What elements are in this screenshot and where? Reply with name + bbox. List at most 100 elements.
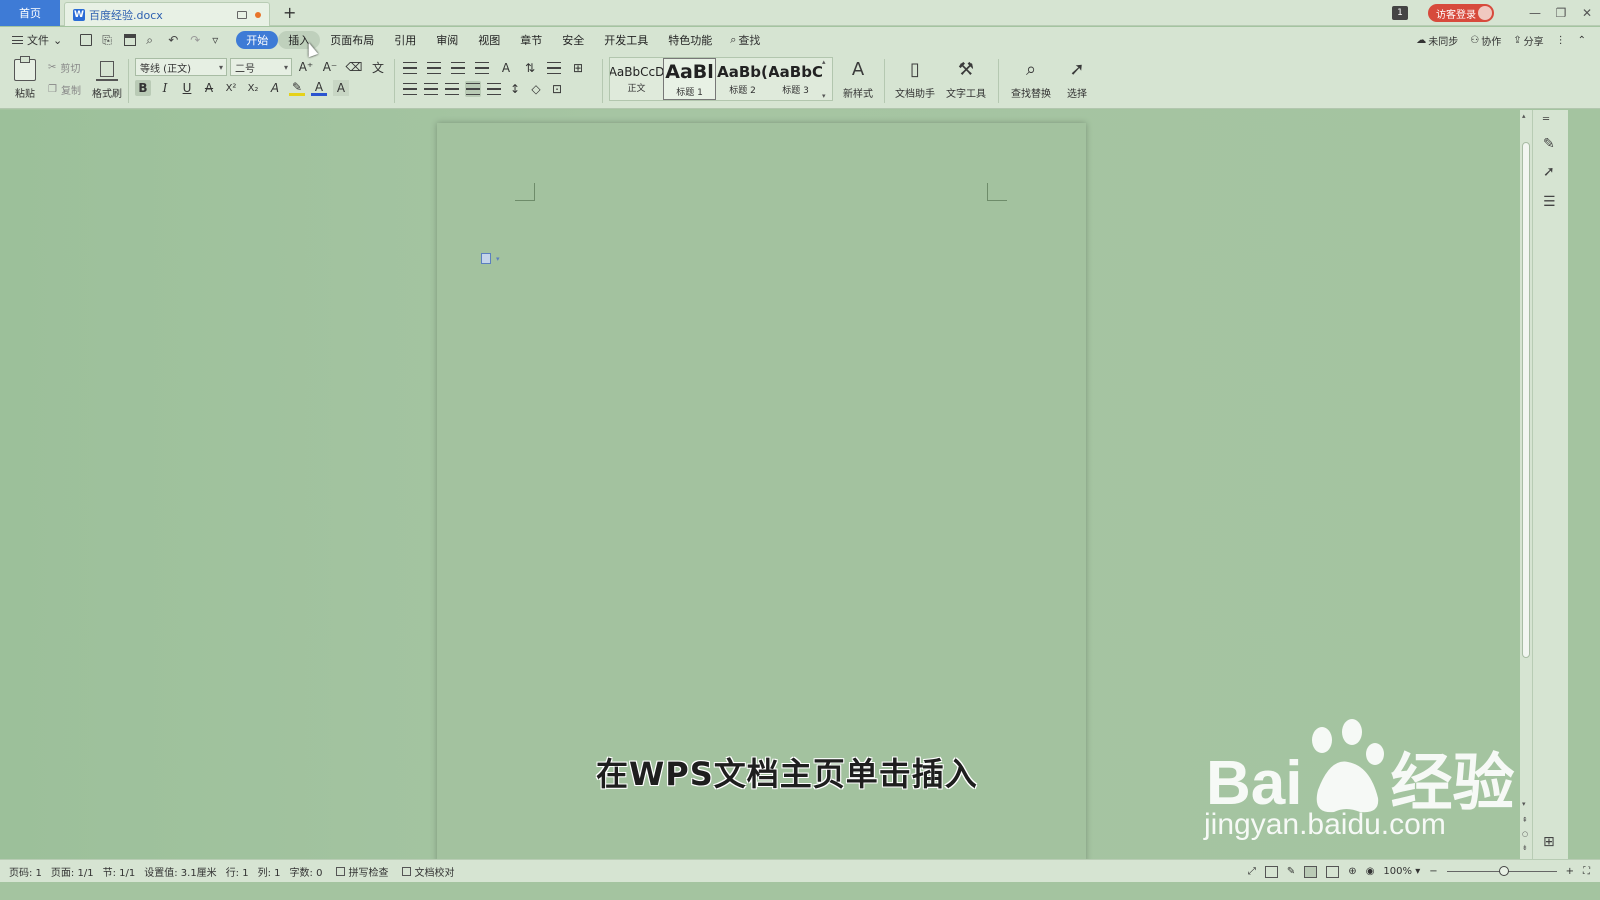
export-icon[interactable]: ⎘ (102, 34, 114, 46)
tab-special-features[interactable]: 特色功能 (658, 31, 722, 49)
grow-font-button[interactable]: A⁺ (298, 59, 314, 75)
eraser-icon[interactable]: ⌫ (346, 59, 363, 75)
strikethrough-button[interactable]: A (201, 80, 217, 96)
chevron-down-icon[interactable]: ▾ (822, 92, 830, 100)
italic-button[interactable]: I (157, 80, 173, 96)
panel-menu-icon[interactable]: ═ (1543, 114, 1549, 125)
save-icon[interactable] (80, 34, 93, 46)
subscript-button[interactable]: X₂ (245, 80, 261, 96)
edit-pen-icon[interactable]: ✎ (1543, 136, 1555, 152)
maximize-button[interactable]: ❐ (1548, 6, 1574, 20)
tab-home[interactable]: 开始 (236, 31, 279, 49)
font-size-select[interactable]: 二号 (230, 58, 292, 76)
vertical-scrollbar[interactable]: ▴ ▾ ⇞ ○ ⇟ (1520, 110, 1532, 859)
redo-icon[interactable]: ↷ (190, 34, 202, 46)
paste-button[interactable]: 粘贴 (10, 56, 40, 100)
style-heading-2[interactable]: AaBb( 标题 2 (716, 58, 769, 100)
document-tab[interactable]: W 百度经验.docx (64, 2, 270, 26)
bold-button[interactable]: B (135, 80, 151, 96)
customize-dropdown-icon[interactable]: ▿ (212, 34, 224, 46)
window-count-badge[interactable]: 1 (1392, 6, 1408, 20)
shading-icon[interactable]: ◇ (528, 81, 544, 97)
monitor-icon[interactable] (237, 10, 247, 19)
align-right-icon[interactable] (444, 81, 460, 97)
grid-apps-icon[interactable]: ⊞ (1543, 834, 1555, 850)
character-shading-button[interactable]: A (333, 80, 349, 96)
guest-login-button[interactable]: 访客登录 (1428, 4, 1494, 22)
zoom-in-button[interactable]: + (1566, 866, 1574, 877)
numbered-list-icon[interactable] (426, 60, 442, 76)
status-word-count[interactable]: 字数: 0 (290, 864, 323, 879)
outline-view-icon[interactable] (1326, 865, 1340, 878)
fullscreen-icon[interactable]: ⤢ (1248, 866, 1256, 877)
chevron-down-icon[interactable]: ▾ (496, 255, 500, 263)
status-row[interactable]: 行: 1 (226, 864, 249, 879)
settings-sliders-icon[interactable]: ☰ (1543, 194, 1556, 210)
search-button[interactable]: ⌕ 查找 (730, 32, 760, 48)
reading-view-icon[interactable] (1264, 865, 1278, 878)
doc-assistant-button[interactable]: ▯ 文档助手 (892, 59, 938, 100)
collapse-ribbon-icon[interactable]: ⌃ (1578, 35, 1586, 46)
pointer-icon[interactable]: ➚ (1543, 164, 1555, 180)
bullet-list-icon[interactable] (402, 60, 418, 76)
tab-developer[interactable]: 开发工具 (594, 31, 658, 49)
decrease-indent-icon[interactable] (450, 60, 466, 76)
scrollbar-thumb[interactable] (1522, 142, 1530, 658)
style-heading-1[interactable]: AaBl 标题 1 (663, 58, 716, 100)
undo-icon[interactable]: ↶ (168, 34, 180, 46)
new-style-button[interactable]: A 新样式 (836, 59, 880, 100)
previous-page-icon[interactable]: ⇞ (1522, 816, 1528, 824)
tab-section[interactable]: 章节 (510, 31, 552, 49)
new-tab-button[interactable]: + (283, 3, 296, 22)
minimize-button[interactable]: — (1522, 6, 1548, 20)
align-left-icon[interactable] (402, 81, 418, 97)
text-effect-button[interactable]: A (267, 80, 283, 96)
style-normal[interactable]: AaBbCcD 正文 (610, 58, 663, 100)
font-color-button[interactable]: A (311, 80, 327, 96)
close-button[interactable]: ✕ (1574, 6, 1600, 20)
zoom-slider-knob[interactable] (1498, 866, 1509, 876)
borders-icon[interactable]: ⊡ (549, 81, 565, 97)
increase-indent-icon[interactable] (474, 60, 490, 76)
tab-review[interactable]: 审阅 (426, 31, 468, 49)
format-painter-button[interactable]: 格式刷 (90, 59, 124, 100)
scroll-up-icon[interactable]: ▴ (1522, 112, 1526, 120)
cut-button[interactable]: ✂ 剪切 (48, 60, 80, 75)
print-preview-icon[interactable]: ⌕ (146, 34, 158, 46)
tab-page-layout[interactable]: 页面布局 (320, 31, 384, 49)
highlight-button[interactable]: ✎ (289, 80, 305, 96)
paragraph-layout-icon[interactable] (481, 253, 491, 264)
doc-proofread-toggle[interactable]: 文档校对 (402, 864, 454, 879)
find-replace-button[interactable]: ⌕ 查找替换 (1006, 59, 1056, 100)
eye-protection-icon[interactable]: ◉ (1366, 866, 1375, 877)
style-gallery-scroll[interactable]: ▴ ▾ (822, 58, 830, 100)
tab-view[interactable]: 视图 (468, 31, 510, 49)
page-view-icon[interactable] (1304, 865, 1318, 878)
line-spacing-icon[interactable]: ↕ (507, 81, 523, 97)
spell-check-toggle[interactable]: 拼写检查 (336, 864, 388, 879)
home-tab[interactable]: 首页 (0, 0, 60, 26)
zoom-out-button[interactable]: − (1429, 866, 1437, 877)
tab-security[interactable]: 安全 (552, 31, 594, 49)
superscript-button[interactable]: X² (223, 80, 239, 96)
file-menu[interactable]: 文件 ⌄ (12, 32, 62, 48)
text-tools-button[interactable]: ⚒ 文字工具 (942, 59, 990, 100)
select-button[interactable]: ➚ 选择 (1062, 59, 1092, 100)
tab-references[interactable]: 引用 (384, 31, 426, 49)
underline-button[interactable]: U (179, 80, 195, 96)
zoom-level-select[interactable]: 100% ▾ (1383, 866, 1420, 877)
font-name-select[interactable]: 等线 (正文) (135, 58, 227, 76)
write-mode-icon[interactable]: ✎ (1287, 866, 1295, 877)
web-view-icon[interactable]: ⊕ (1348, 866, 1356, 877)
status-page-number[interactable]: 页码: 1 (9, 864, 42, 879)
distributed-align-icon[interactable] (486, 81, 502, 97)
sort-icon[interactable]: ⇅ (522, 60, 538, 76)
style-heading-3[interactable]: AaBbC 标题 3 (769, 58, 822, 100)
status-setting-value[interactable]: 设置值: 3.1厘米 (144, 864, 216, 879)
table-grid-icon[interactable]: ⊞ (570, 60, 586, 76)
scroll-down-icon[interactable]: ▾ (1522, 800, 1526, 808)
paragraph-spacing-icon[interactable] (546, 60, 562, 76)
select-browse-object-icon[interactable]: ○ (1522, 830, 1528, 838)
status-pages[interactable]: 页面: 1/1 (51, 864, 94, 879)
status-section[interactable]: 节: 1/1 (103, 864, 136, 879)
